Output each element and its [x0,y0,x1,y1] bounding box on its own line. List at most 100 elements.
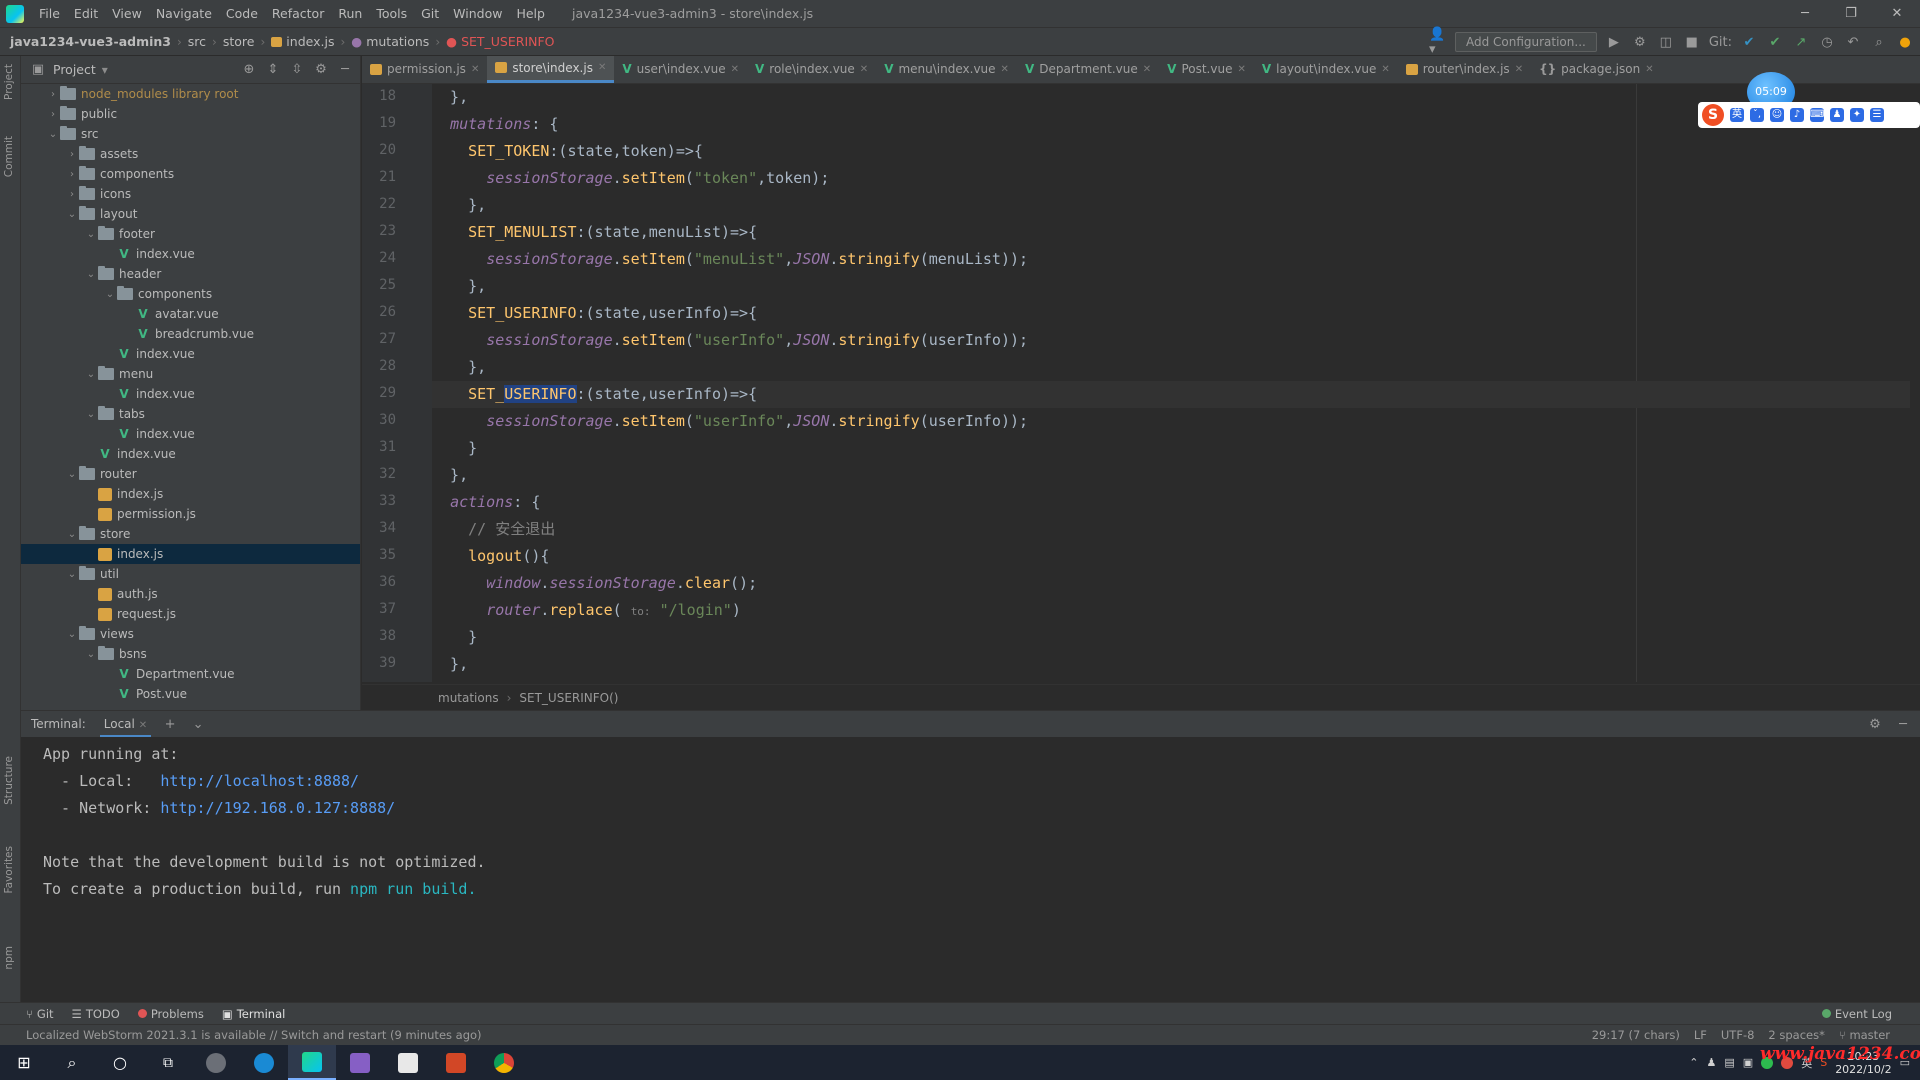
tray-chevron-up-icon[interactable]: ⌃ [1689,1056,1698,1069]
terminal-output[interactable]: App running at: - Local: http://localhos… [21,737,1920,903]
line-number[interactable]: 19 [366,115,396,131]
sogou-logo-icon[interactable]: S [1702,104,1724,126]
close-icon[interactable]: ✕ [731,64,739,75]
caret-position[interactable]: 29:17 (7 chars) [1592,1028,1680,1042]
chevron-right-icon[interactable]: › [46,89,60,100]
debug-icon[interactable]: ⚙ [1631,33,1649,51]
hide-icon[interactable]: ─ [1894,715,1912,733]
terminal-tool-button[interactable]: ▣ Terminal [222,1007,285,1021]
line-number[interactable]: 25 [366,277,396,293]
todo-tool-button[interactable]: ☰ TODO [72,1007,120,1021]
git-commit-icon[interactable]: ✔ [1766,33,1784,51]
line-number[interactable]: 33 [366,493,396,509]
tree-folder[interactable]: ⌄ store [21,524,360,544]
chevron-down-icon[interactable]: ⌄ [84,229,98,240]
ime-voice-icon[interactable]: ♪ [1790,108,1804,122]
editor-tab[interactable]: router\index.js ✕ [1398,56,1531,83]
menu-view[interactable]: View [105,6,149,21]
locate-icon[interactable]: ⊕ [240,61,258,79]
line-number[interactable]: 36 [366,574,396,590]
line-number[interactable]: 32 [366,466,396,482]
tree-file[interactable]: Vindex.vue [21,344,360,364]
hide-icon[interactable]: ─ [336,61,354,79]
menu-file[interactable]: File [32,6,67,21]
tree-file[interactable]: auth.js [21,584,360,604]
project-panel-title[interactable]: Project [53,62,96,77]
line-number[interactable]: 22 [366,196,396,212]
ime-lang-icon[interactable]: 英 [1730,108,1744,122]
breadcrumb-store[interactable]: store [219,34,259,49]
user-dropdown-icon[interactable]: 👤▾ [1429,27,1447,57]
line-separator[interactable]: LF [1694,1028,1707,1042]
tree-folder[interactable]: ⌄ src [21,124,360,144]
chevron-right-icon[interactable]: › [65,149,79,160]
line-number[interactable]: 23 [366,223,396,239]
menu-run[interactable]: Run [331,6,369,21]
line-number[interactable]: 29 [366,385,396,401]
breadcrumb-mutations[interactable]: ● mutations [347,34,433,49]
tree-folder[interactable]: ⌄ bsns [21,644,360,664]
tree-file[interactable]: index.js [21,484,360,504]
chevron-down-icon[interactable]: ⌄ [65,529,79,540]
chevron-down-icon[interactable]: ⌄ [84,409,98,420]
tree-folder[interactable]: ⌄ views [21,624,360,644]
add-configuration-button[interactable]: Add Configuration... [1454,32,1597,52]
editor-breadcrumb-mutations[interactable]: mutations [438,691,499,705]
coverage-icon[interactable]: ◫ [1657,33,1675,51]
taskbar-search[interactable]: ⌕ [48,1045,96,1080]
tree-folder[interactable]: ⌄ menu [21,364,360,384]
ime-punct-icon[interactable]: ˇ, [1750,108,1764,122]
menu-help[interactable]: Help [509,6,552,21]
git-push-icon[interactable]: ↗ [1792,33,1810,51]
chevron-down-icon[interactable]: ⌄ [65,569,79,580]
editor-tab[interactable]: Vrole\index.vue ✕ [747,56,876,83]
editor-tab[interactable]: permission.js ✕ [362,56,487,83]
tree-folder[interactable]: ⌄ components [21,284,360,304]
editor-tab[interactable]: V Department.vue ✕ [1017,56,1159,83]
taskbar-app-visual-studio[interactable] [336,1045,384,1080]
task-view-button[interactable]: ⧉ [144,1045,192,1080]
tree-folder[interactable]: ⌄ footer [21,224,360,244]
close-icon[interactable]: ✕ [1237,64,1245,75]
gear-icon[interactable]: ⚙ [312,61,330,79]
npm-tool-tab[interactable]: npm [3,946,18,970]
editor-tab[interactable]: {} package.json ✕ [1531,56,1662,83]
line-number[interactable]: 34 [366,520,396,536]
close-icon[interactable]: ✕ [471,64,479,75]
line-number[interactable]: 28 [366,358,396,374]
tree-file[interactable]: Vindex.vue [21,244,360,264]
expand-all-icon[interactable]: ⇕ [264,61,282,79]
ime-skin-icon[interactable]: ✦ [1850,108,1864,122]
status-message[interactable]: Localized WebStorm 2021.3.1 is available… [26,1028,482,1042]
line-number[interactable]: 20 [366,142,396,158]
network-url-link[interactable]: http://192.168.0.127:8888/ [160,799,395,817]
tree-file[interactable]: permission.js [21,504,360,524]
editor-tab[interactable]: store\index.js ✕ [487,56,615,83]
chevron-right-icon[interactable]: › [46,109,60,120]
chevron-down-icon[interactable]: ⌄ [189,715,207,733]
close-icon[interactable]: ✕ [1515,64,1523,75]
ime-menu-icon[interactable]: ☰ [1870,108,1884,122]
menu-code[interactable]: Code [219,6,265,21]
run-icon[interactable]: ▶ [1605,33,1623,51]
menu-tools[interactable]: Tools [369,6,414,21]
tree-file[interactable]: Vavatar.vue [21,304,360,324]
file-encoding[interactable]: UTF-8 [1721,1028,1755,1042]
line-number[interactable]: 26 [366,304,396,320]
breadcrumb-set-userinfo[interactable]: ● SET_USERINFO [442,34,558,49]
line-number[interactable]: 35 [366,547,396,563]
tray-user-icon[interactable]: ♟ [1707,1056,1717,1069]
tree-file[interactable]: V Post.vue [21,684,360,704]
breadcrumb-src[interactable]: src [184,34,210,49]
minimize-icon[interactable]: ─ [1782,0,1828,28]
chevron-down-icon[interactable]: ⌄ [84,269,98,280]
search-icon[interactable]: ⌕ [1870,33,1888,51]
tree-file[interactable]: Vindex.vue [21,384,360,404]
git-tool-button[interactable]: ⑂ Git [26,1007,54,1021]
close-icon[interactable]: ✕ [1143,64,1151,75]
terminal-tab-local[interactable]: Local ✕ [99,711,152,737]
menu-navigate[interactable]: Navigate [149,6,219,21]
commit-tool-tab[interactable]: Commit [3,136,18,177]
tree-file[interactable]: index.js [21,544,360,564]
event-log-button[interactable]: Event Log [1821,1007,1920,1021]
